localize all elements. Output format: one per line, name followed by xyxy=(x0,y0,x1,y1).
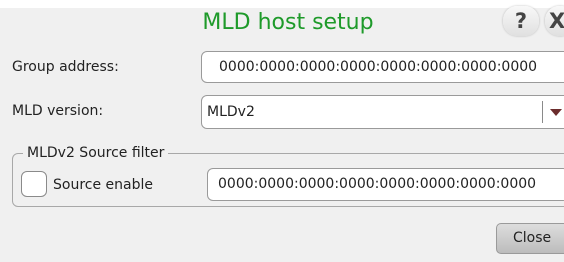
source-enable-label[interactable]: Source enable xyxy=(53,176,153,194)
top-strip xyxy=(0,0,564,8)
source-address-input[interactable]: 0000:0000:0000:0000:0000:0000:0000:0000 xyxy=(207,168,564,201)
triangle-down-icon[interactable] xyxy=(550,109,562,116)
dialog-title: MLD host setup xyxy=(202,10,374,35)
source-enable-checkbox[interactable] xyxy=(21,171,47,197)
close-button[interactable]: Close xyxy=(496,223,564,254)
source-filter-legend: MLDv2 Source filter xyxy=(23,144,169,162)
mld-host-setup-dialog: MLD host setup ? X Group address: 0000:0… xyxy=(0,0,564,262)
help-button[interactable]: ? xyxy=(503,6,539,36)
mld-version-label: MLD version: xyxy=(12,103,104,119)
close-x-button[interactable]: X xyxy=(545,6,564,36)
mld-version-select[interactable]: MLDv2 xyxy=(201,95,564,129)
group-address-label: Group address: xyxy=(12,59,119,75)
dropdown-separator xyxy=(542,101,543,123)
group-address-input[interactable]: 0000:0000:0000:0000:0000:0000:0000:0000 xyxy=(201,51,564,83)
mld-version-selected-value: MLDv2 xyxy=(207,104,255,120)
